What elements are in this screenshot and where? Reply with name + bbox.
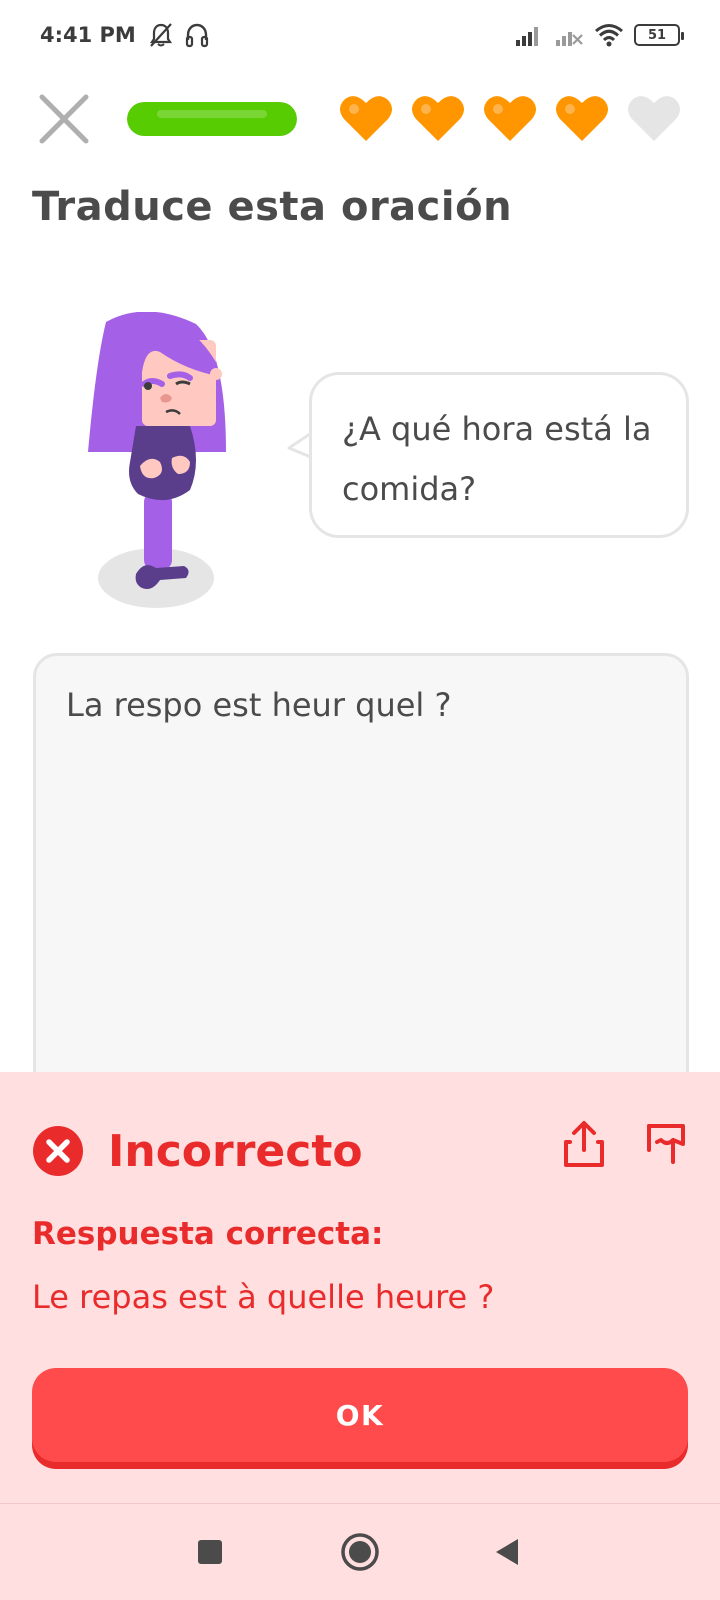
share-icon[interactable]	[562, 1120, 606, 1168]
answer-text: La respo est heur quel ?	[66, 686, 452, 724]
ok-button[interactable]: OK	[32, 1368, 688, 1462]
headphones-icon	[185, 23, 208, 48]
incorrect-x-circle-icon	[33, 1126, 83, 1176]
battery-level: 51	[647, 27, 667, 43]
status-time: 4:41 PM	[40, 23, 136, 47]
recents-square-icon[interactable]	[196, 1538, 224, 1566]
back-triangle-icon[interactable]	[493, 1537, 521, 1567]
character-lily-illustration	[88, 312, 226, 608]
lesson-progress-fill	[127, 102, 297, 136]
speech-bubble: ¿A qué hora está la comida?	[309, 372, 689, 538]
feedback-header: Incorrecto	[32, 1125, 363, 1177]
wifi-icon	[595, 24, 623, 47]
correct-answer-label: Respuesta correcta:	[32, 1216, 384, 1252]
heart-icon	[412, 96, 464, 141]
lesson-top-bar	[0, 85, 720, 155]
hearts-row	[338, 93, 682, 143]
signal-no-sim-icon	[556, 32, 583, 46]
lesson-progress-bar	[127, 102, 297, 136]
signal-icon	[516, 27, 538, 46]
home-circle-icon[interactable]	[340, 1532, 380, 1572]
feedback-status: Incorrecto	[108, 1125, 363, 1177]
battery-indicator: 51	[634, 24, 684, 46]
heart-icon	[628, 96, 680, 141]
heart-icon	[556, 96, 608, 141]
close-icon[interactable]	[38, 93, 90, 145]
exercise-instruction: Traduce esta oración	[32, 184, 513, 230]
prompt-line-2: comida?	[342, 470, 477, 508]
report-flag-icon[interactable]	[643, 1120, 687, 1168]
notifications-muted-icon	[149, 23, 172, 47]
correct-answer-text: Le repas est à quelle heure ?	[32, 1278, 495, 1316]
heart-icon	[340, 96, 392, 141]
status-bar: 4:41 PM 51	[0, 0, 720, 70]
system-nav-bar	[0, 1503, 720, 1600]
heart-icon	[484, 96, 536, 141]
status-left-icons	[148, 22, 210, 48]
status-right-icons: 51	[514, 23, 684, 47]
prompt-line-1: ¿A qué hora está la	[342, 410, 652, 448]
